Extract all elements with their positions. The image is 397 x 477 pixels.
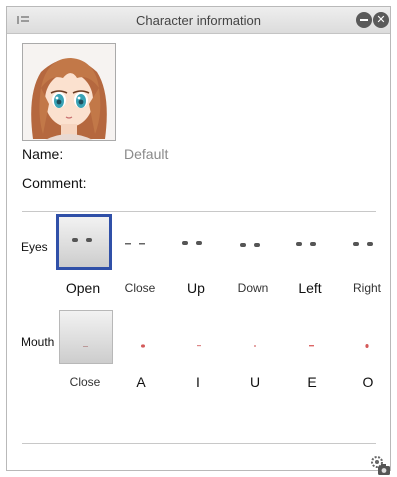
mouth-i-icon[interactable] <box>191 341 211 351</box>
mouth-caption-e: E <box>307 374 317 390</box>
mouth-caption-a: A <box>136 374 146 390</box>
eyes-up-icon[interactable] <box>179 237 209 251</box>
eyes-label: Eyes <box>21 240 48 254</box>
mouth-a-icon[interactable] <box>135 341 155 351</box>
eyes-caption-down: Down <box>237 281 269 295</box>
minimize-icon[interactable] <box>356 12 372 28</box>
name-label: Name: <box>22 146 64 162</box>
eyes-option-open[interactable] <box>56 214 112 270</box>
eyes-caption-up: Up <box>187 280 205 296</box>
eyes-caption-close: Close <box>124 281 156 295</box>
mouth-caption-close: Close <box>69 375 101 389</box>
mouth-e-icon[interactable] <box>304 341 324 351</box>
mouth-caption-i: I <box>196 374 200 390</box>
comment-label: Comment: <box>22 175 87 191</box>
eyes-down-icon[interactable] <box>237 237 267 251</box>
eyes-caption-open: Open <box>65 280 101 296</box>
eyes-caption-left: Left <box>298 280 322 296</box>
avatar-image <box>23 44 115 140</box>
settings-camera-icon[interactable] <box>369 454 391 476</box>
eyes-right-icon[interactable] <box>349 237 379 251</box>
eyes-open-icon <box>72 238 92 242</box>
mouth-label: Mouth <box>21 335 55 349</box>
mouth-caption-u: U <box>249 374 261 390</box>
eyes-close-icon[interactable] <box>122 237 152 251</box>
window-title: Character information <box>136 13 261 28</box>
mouth-caption-o: O <box>362 374 374 390</box>
eyes-caption-right: Right <box>352 281 381 295</box>
eyes-left-icon[interactable] <box>294 237 324 251</box>
mouth-option-close[interactable] <box>59 310 113 364</box>
mouth-u-icon[interactable] <box>247 341 267 351</box>
title-bar[interactable]: Character information ✕ <box>7 7 390 34</box>
character-avatar[interactable] <box>22 43 116 141</box>
mouth-o-icon[interactable] <box>359 341 379 351</box>
character-information-panel: Character information ✕ Name: Default Co… <box>6 6 391 475</box>
name-value[interactable]: Default <box>124 146 168 162</box>
mouth-close-icon <box>83 346 88 347</box>
footer-divider <box>22 443 376 444</box>
close-icon[interactable]: ✕ <box>373 12 389 28</box>
divider <box>22 211 376 212</box>
